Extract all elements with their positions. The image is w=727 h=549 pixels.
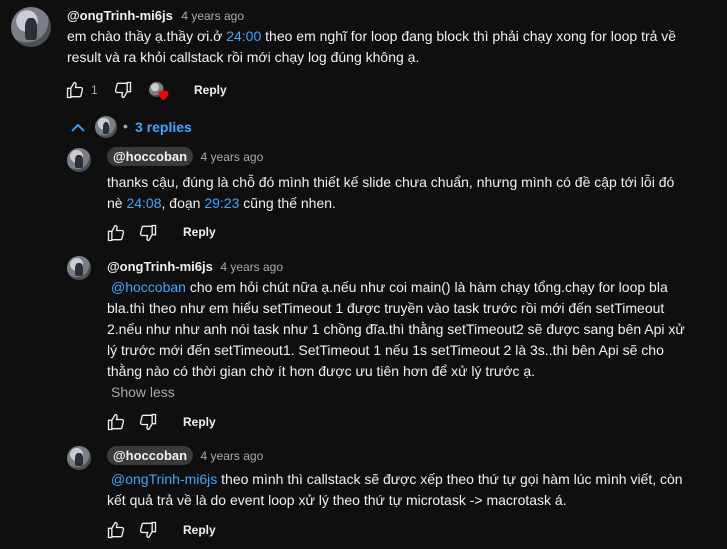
creator-heart <box>149 82 171 102</box>
mention-link[interactable]: @hoccoban <box>111 279 186 295</box>
chevron-up-icon <box>71 123 85 132</box>
dislike-button[interactable] <box>113 80 133 100</box>
reply-button[interactable]: Reply <box>183 415 216 429</box>
comment-time[interactable]: 4 years ago <box>181 9 244 23</box>
dislike-button[interactable] <box>138 223 158 243</box>
thumbs-up-icon <box>107 521 125 539</box>
comment-text: em chào thầy ạ.thầy ơi.ở 24:00 theo em n… <box>67 28 677 65</box>
avatar[interactable] <box>67 256 91 280</box>
thumbs-down-icon <box>139 521 157 539</box>
creator-heart-icon <box>158 90 169 101</box>
reply-text: thanks cậu, đúng là chỗ đó mình thiết kế… <box>107 174 675 211</box>
mention-link[interactable]: @ongTrinh-mi6js <box>111 471 217 487</box>
avatar[interactable] <box>67 148 91 172</box>
reply-author[interactable]: @ongTrinh-mi6js <box>107 259 213 274</box>
avatar[interactable] <box>11 7 51 47</box>
replies-count-label: 3 replies <box>135 119 192 135</box>
reply-time[interactable]: 4 years ago <box>220 260 283 274</box>
timestamp-link[interactable]: 24:08 <box>126 195 161 211</box>
creator-avatar <box>95 116 117 138</box>
reply-author[interactable]: @hoccoban <box>107 446 194 465</box>
comment-header: @ongTrinh-mi6js 4 years ago <box>67 7 244 25</box>
like-button[interactable] <box>65 80 85 100</box>
like-button[interactable] <box>106 223 126 243</box>
reply-button[interactable]: Reply <box>183 225 216 239</box>
like-count: 1 <box>91 83 98 97</box>
thumbs-up-icon <box>107 413 125 431</box>
thumbs-up-icon <box>107 224 125 242</box>
reply-text: @ongTrinh-mi6js theo mình thì callstack … <box>107 471 683 508</box>
comment-author[interactable]: @ongTrinh-mi6js <box>67 8 173 23</box>
dislike-button[interactable] <box>138 412 158 432</box>
timestamp-link[interactable]: 24:00 <box>226 28 261 44</box>
reply-time[interactable]: 4 years ago <box>201 449 264 463</box>
reply-header: @hoccoban 4 years ago <box>107 446 264 465</box>
thumbs-up-icon <box>66 81 84 99</box>
dislike-button[interactable] <box>138 520 158 540</box>
reply-text: @hoccoban cho em hỏi chút nữa ạ.nếu như … <box>107 279 685 379</box>
dot-separator: • <box>123 118 128 134</box>
reply-button[interactable]: Reply <box>194 83 227 97</box>
thumbs-down-icon <box>139 224 157 242</box>
like-button[interactable] <box>106 412 126 432</box>
thumbs-down-icon <box>139 413 157 431</box>
reply-header: @hoccoban 4 years ago <box>107 147 264 166</box>
show-less-button[interactable]: Show less <box>111 384 175 400</box>
reply-header: @ongTrinh-mi6js 4 years ago <box>107 258 283 276</box>
reply-time[interactable]: 4 years ago <box>201 150 264 164</box>
reply-author[interactable]: @hoccoban <box>107 147 194 166</box>
replies-toggle[interactable]: • 3 replies <box>70 116 200 140</box>
reply-button[interactable]: Reply <box>183 523 216 537</box>
avatar[interactable] <box>67 446 91 470</box>
like-button[interactable] <box>106 520 126 540</box>
thumbs-down-icon <box>114 81 132 99</box>
timestamp-link[interactable]: 29:23 <box>204 195 239 211</box>
